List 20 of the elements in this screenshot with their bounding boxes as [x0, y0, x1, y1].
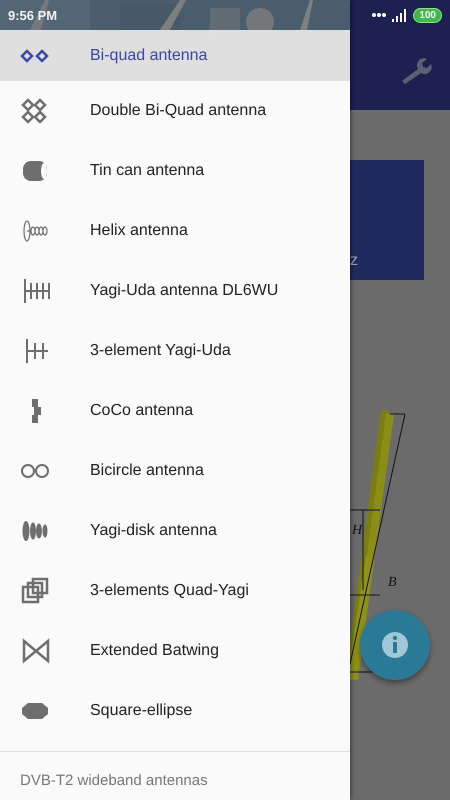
drawer-item[interactable]: Double Bi-Quad antenna — [0, 81, 350, 141]
status-time: 9:56 PM — [8, 8, 58, 22]
drawer-item[interactable]: Square-ellipse — [0, 681, 350, 741]
drawer-item[interactable]: Helix antenna — [0, 201, 350, 261]
drawer-item[interactable]: Tin can antenna — [0, 141, 350, 201]
info-icon — [381, 631, 409, 659]
drawer-item[interactable]: Bi-quad antenna — [0, 30, 350, 81]
drawer-item[interactable]: 3-elements Quad-Yagi — [0, 561, 350, 621]
drawer-item[interactable]: Extended Batwing — [0, 621, 350, 681]
drawer-item[interactable]: Bicircle antenna — [0, 441, 350, 501]
dots-icon — [371, 12, 388, 18]
drawer-item[interactable]: CoCo antenna — [0, 381, 350, 441]
drawer-item[interactable]: 3-element Yagi-Uda — [0, 321, 350, 381]
zigzag-bar-icon — [31, 399, 41, 423]
info-button[interactable] — [360, 610, 430, 680]
drawer-item[interactable]: Yagi-Uda antenna DL6WU — [0, 261, 350, 321]
signal-icon — [392, 8, 408, 22]
card-text: z — [350, 252, 358, 270]
drawer-item[interactable]: Yagi-disk antenna — [0, 501, 350, 561]
section-header: DVB-T2 wideband antennas — [19, 771, 209, 789]
